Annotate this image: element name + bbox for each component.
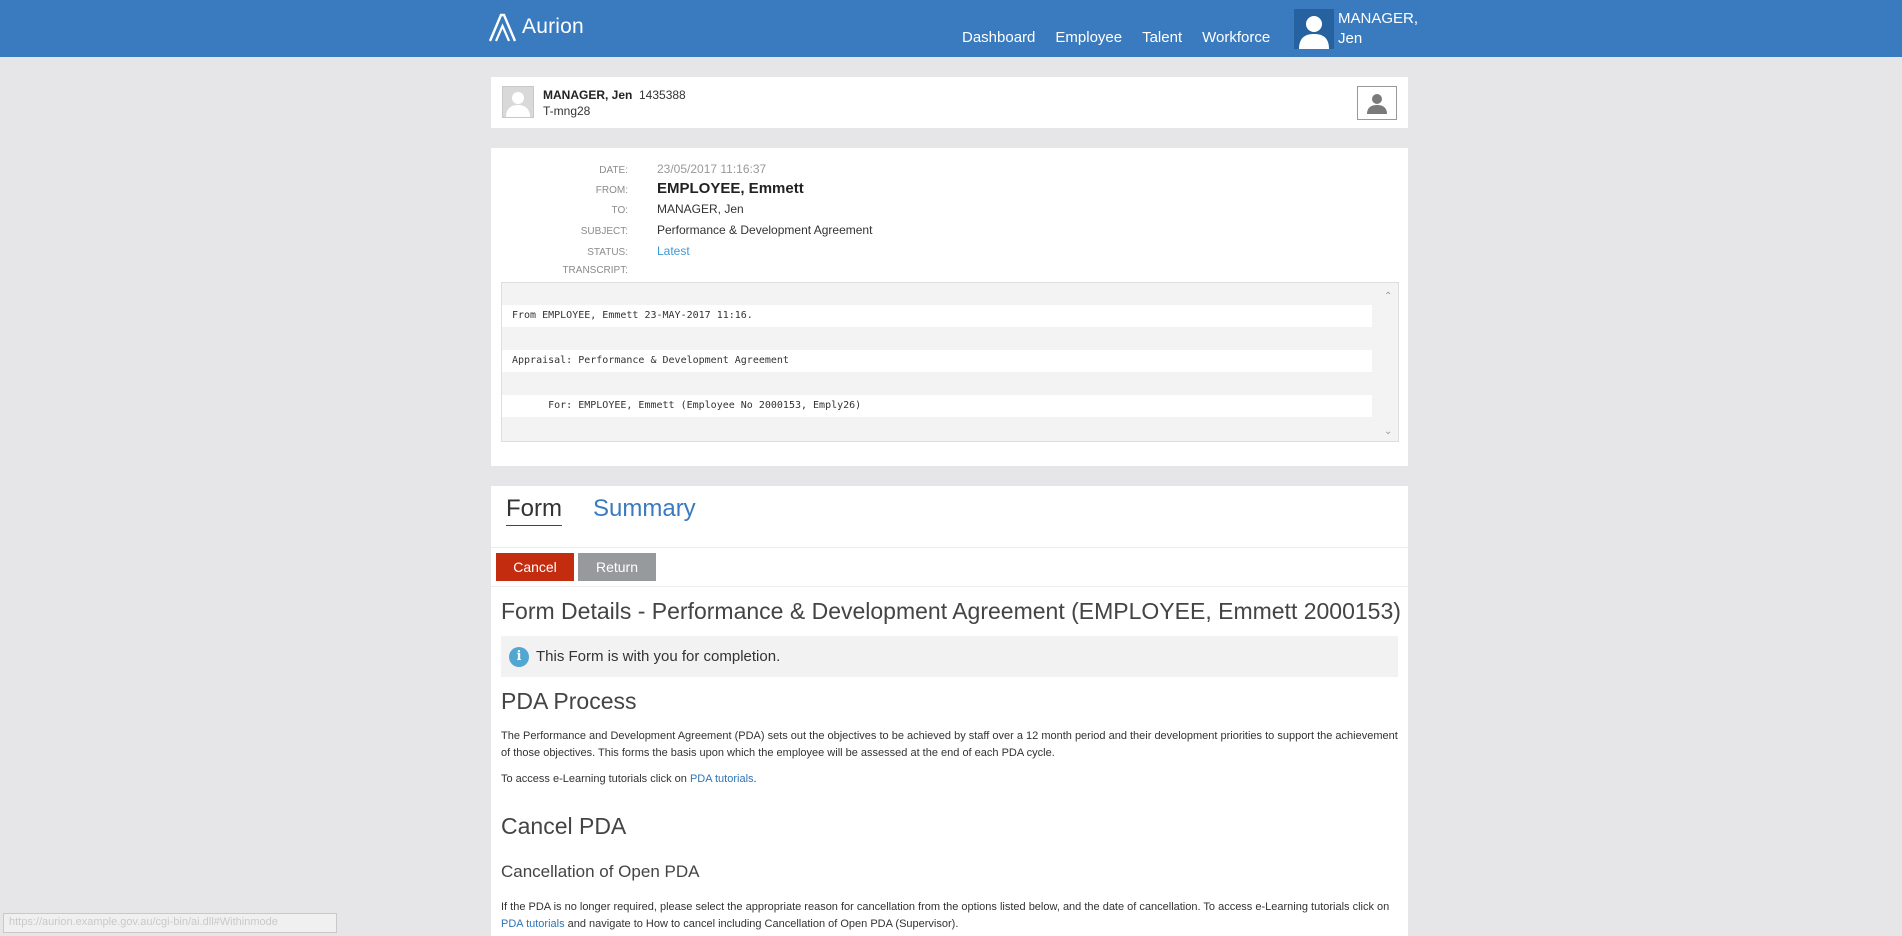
pda-description: The Performance and Development Agreemen… bbox=[501, 730, 1398, 759]
scroll-down-icon[interactable]: ⌄ bbox=[1384, 426, 1392, 437]
aurion-logo[interactable]: Aurion bbox=[487, 12, 584, 42]
tab-summary[interactable]: Summary bbox=[593, 495, 696, 526]
transcript-line: For: EMPLOYEE, Emmett (Employee No 20001… bbox=[502, 395, 1372, 417]
status-link[interactable]: Latest bbox=[657, 244, 690, 258]
browser-status-bar: https://aurion.example.gov.au/cgi-bin/ai… bbox=[3, 913, 337, 933]
tutorial-paragraph: To access e-Learning tutorials click on … bbox=[501, 771, 1398, 788]
nav-employee[interactable]: Employee bbox=[1055, 29, 1122, 46]
transcript-label: TRANSCRIPT: bbox=[562, 265, 628, 276]
pda-process-heading: PDA Process bbox=[501, 688, 637, 714]
return-button[interactable]: Return bbox=[578, 553, 656, 581]
to-value: MANAGER, Jen bbox=[657, 202, 744, 216]
cancellation-tutorials-link[interactable]: PDA tutorials bbox=[501, 918, 565, 930]
transcript-row: TRANSCRIPT: bbox=[491, 265, 628, 276]
transcript-line: Appraisal: Performance & Development Agr… bbox=[502, 350, 1372, 372]
date-row: DATE: 23/05/2017 11:16:37 bbox=[491, 162, 766, 176]
from-value: EMPLOYEE, Emmett bbox=[657, 180, 804, 197]
user-menu[interactable]: MANAGER, Jen bbox=[1294, 9, 1428, 49]
cancel-button[interactable]: Cancel bbox=[496, 553, 574, 581]
pda-tutorials-link[interactable]: PDA tutorials bbox=[690, 773, 754, 785]
transcript-line: From EMPLOYEE, Emmett 23-MAY-2017 11:16. bbox=[502, 305, 1372, 327]
transcript-box[interactable]: From EMPLOYEE, Emmett 23-MAY-2017 11:16.… bbox=[501, 282, 1399, 442]
tutorial-suffix: . bbox=[753, 773, 757, 785]
divider bbox=[491, 586, 1408, 587]
info-text: This Form is with you for completion. bbox=[536, 648, 781, 665]
employee-id: 1435388 bbox=[639, 88, 686, 102]
top-navigation-bar: Aurion Dashboard Employee Talent Workfor… bbox=[0, 0, 1902, 57]
subject-label: SUBJECT: bbox=[580, 226, 628, 237]
main-nav: Dashboard Employee Talent Workforce bbox=[962, 29, 1290, 46]
form-title: Form Details - Performance & Development… bbox=[501, 598, 1401, 624]
info-banner: i This Form is with you for completion. bbox=[501, 636, 1398, 677]
from-row: FROM: EMPLOYEE, Emmett bbox=[491, 180, 804, 197]
cancellation-text: If the PDA is no longer required, please… bbox=[501, 901, 1390, 913]
to-label: TO: bbox=[611, 205, 628, 216]
cancellation-paragraph: If the PDA is no longer required, please… bbox=[501, 899, 1398, 933]
tab-form[interactable]: Form bbox=[506, 495, 562, 526]
to-row: TO: MANAGER, Jen bbox=[491, 202, 744, 216]
user-name: MANAGER, Jen bbox=[1338, 10, 1419, 47]
form-panel: Form Summary Cancel Return Form Details … bbox=[491, 486, 1408, 936]
aurion-logo-icon bbox=[488, 13, 517, 42]
nav-dashboard[interactable]: Dashboard bbox=[962, 29, 1035, 46]
tutorial-prefix: To access e-Learning tutorials click on bbox=[501, 773, 690, 785]
subject-row: SUBJECT: Performance & Development Agree… bbox=[491, 223, 873, 237]
from-label: FROM: bbox=[595, 185, 628, 196]
tab-bar: Form Summary bbox=[506, 495, 727, 526]
employee-photo-icon bbox=[502, 86, 534, 118]
cancellation-suffix: and navigate to How to cancel including … bbox=[564, 918, 959, 930]
date-value: 23/05/2017 11:16:37 bbox=[657, 162, 767, 176]
nav-talent[interactable]: Talent bbox=[1142, 29, 1182, 46]
info-icon: i bbox=[509, 646, 529, 667]
subject-value: Performance & Development Agreement bbox=[657, 223, 873, 237]
employee-name: MANAGER, Jen bbox=[543, 88, 633, 102]
employee-header: MANAGER, Jen 1435388 T-mng28 bbox=[491, 77, 1408, 128]
date-label: DATE: bbox=[599, 165, 628, 176]
employee-profile-button[interactable] bbox=[1357, 86, 1397, 120]
status-row: STATUS: Latest bbox=[491, 244, 690, 258]
divider bbox=[491, 547, 1408, 548]
transcript-scrollbar[interactable]: ⌃ ⌄ bbox=[1382, 289, 1396, 437]
logo-text: Aurion bbox=[522, 15, 584, 38]
message-panel: DATE: 23/05/2017 11:16:37 FROM: EMPLOYEE… bbox=[491, 148, 1408, 466]
employee-code: T-mng28 bbox=[543, 104, 591, 118]
status-label: STATUS: bbox=[587, 247, 628, 258]
cancellation-heading: Cancellation of Open PDA bbox=[501, 862, 700, 881]
user-avatar-icon bbox=[1294, 9, 1334, 49]
nav-workforce[interactable]: Workforce bbox=[1202, 29, 1270, 46]
person-icon bbox=[1367, 94, 1387, 114]
cancel-pda-heading: Cancel PDA bbox=[501, 813, 627, 839]
scroll-up-icon[interactable]: ⌃ bbox=[1384, 291, 1392, 302]
